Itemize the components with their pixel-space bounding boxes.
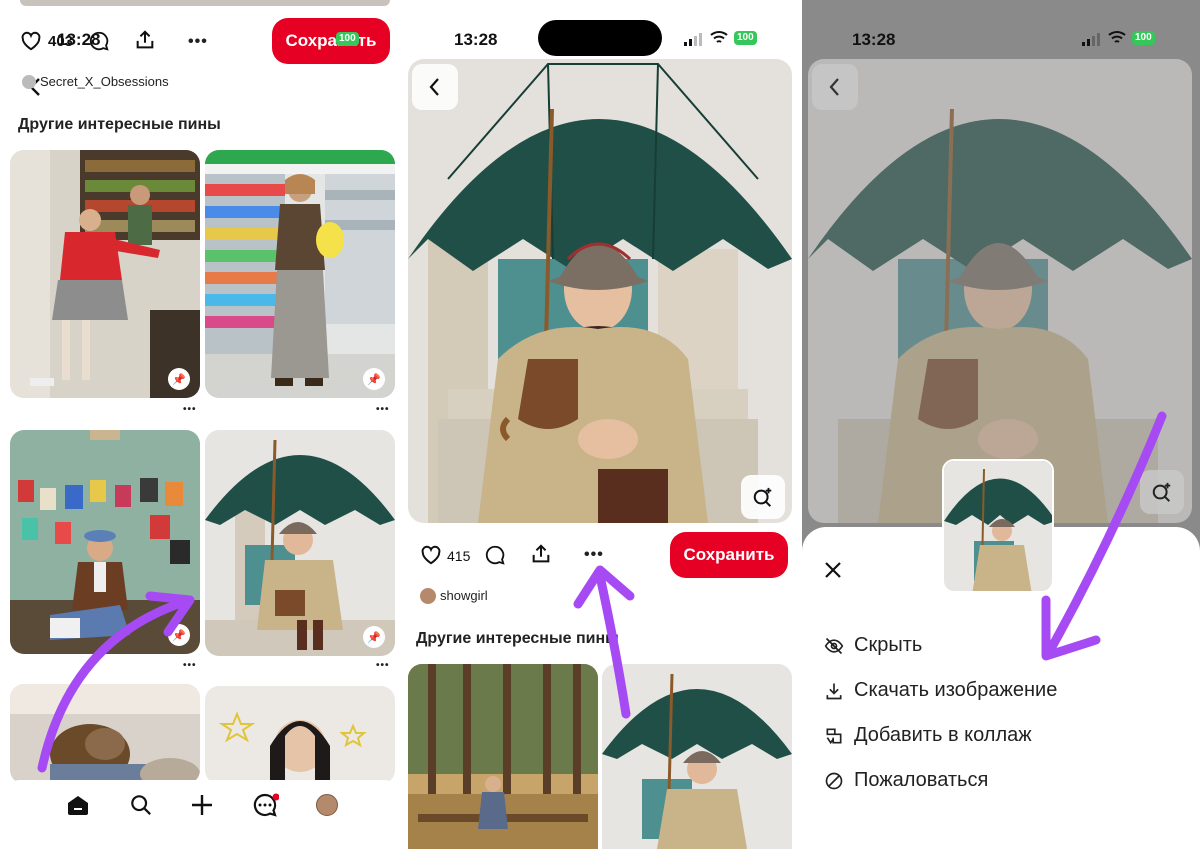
home-icon[interactable] [66, 794, 90, 816]
pin-card-posters[interactable]: 📌 [10, 430, 200, 654]
pin-card-stars[interactable] [205, 686, 395, 784]
save-button[interactable]: Сохранить [272, 18, 390, 64]
plus-icon[interactable] [191, 794, 213, 816]
close-icon[interactable] [824, 561, 842, 579]
pin-more-icon[interactable]: ••• [183, 660, 197, 671]
pin-icon[interactable]: 📌 [168, 368, 190, 390]
profile-avatar[interactable] [316, 794, 338, 816]
status-time: 13:28 [454, 30, 498, 49]
menu-item-download[interactable]: Скачать изображение [824, 679, 1057, 702]
pin-main-image[interactable] [408, 59, 792, 523]
pin-card-umbrella[interactable]: 📌 [205, 430, 395, 656]
battery-indicator: 100 [734, 31, 757, 45]
pin-card-red-jacket[interactable]: 📌 [10, 150, 200, 398]
visual-search-button[interactable] [741, 475, 785, 519]
messages-icon[interactable] [253, 793, 279, 817]
more-options-icon[interactable]: ••• [584, 546, 604, 564]
download-icon [826, 683, 842, 699]
panel-pin-feed: 403 13:28 ••• Сохранить 100 Secret_X_Obs… [0, 0, 404, 849]
section-title: Другие интересные пины [18, 116, 221, 133]
pin-icon[interactable]: 📌 [363, 626, 385, 648]
battery-indicator: 100 [336, 32, 359, 46]
save-button[interactable]: Сохранить [670, 532, 788, 578]
author-name[interactable]: showgirl [440, 588, 488, 603]
visual-search-button[interactable] [1140, 470, 1184, 514]
back-button[interactable] [412, 64, 458, 110]
more-options-icon[interactable]: ••• [188, 33, 208, 51]
pin-card-forest[interactable] [408, 664, 598, 849]
likes-count: 415 [447, 548, 471, 564]
previous-pin-strip [20, 0, 390, 6]
pin-card-dog[interactable] [10, 684, 200, 784]
author-avatar[interactable] [420, 588, 436, 604]
signal-icon [684, 32, 704, 46]
pin-card-umbrella[interactable] [602, 664, 792, 849]
search-icon[interactable] [130, 794, 152, 816]
menu-item-collage[interactable]: Добавить в коллаж [824, 724, 1032, 747]
panel-pin-detail: 13:28 100 415 ••• Сохранить showgirl Дру… [404, 0, 798, 849]
comment-icon[interactable] [484, 544, 506, 566]
report-icon [825, 772, 843, 789]
menu-item-report[interactable]: Пожаловаться [824, 769, 988, 792]
pin-icon[interactable]: 📌 [363, 368, 385, 390]
back-icon [829, 78, 839, 96]
battery-indicator: 100 [1132, 31, 1155, 45]
lens-icon [1152, 482, 1171, 502]
pin-icon[interactable]: 📌 [168, 624, 190, 646]
pin-more-icon[interactable]: ••• [183, 404, 197, 415]
author-name[interactable]: Secret_X_Obsessions [40, 74, 169, 89]
share-icon[interactable] [134, 28, 156, 52]
pin-card-supermarket[interactable]: 📌 [205, 150, 395, 398]
signal-icon [1082, 32, 1102, 46]
pin-main-image-dimmed [808, 59, 1192, 523]
back-button[interactable] [812, 64, 858, 110]
back-icon [429, 78, 439, 96]
menu-item-label: Добавить в коллаж [854, 724, 1032, 746]
pin-more-icon[interactable]: ••• [376, 660, 390, 671]
author-avatar[interactable] [22, 75, 36, 89]
like-icon[interactable] [420, 545, 442, 565]
dynamic-island [538, 20, 662, 56]
hide-icon [824, 637, 844, 654]
comment-icon[interactable] [88, 30, 110, 52]
wifi-icon [1108, 30, 1126, 45]
status-time: 13:28 [852, 30, 896, 49]
collage-icon [826, 728, 842, 744]
pin-thumbnail [942, 459, 1054, 593]
section-title: Другие интересные пины [416, 630, 619, 647]
menu-item-label: Пожаловаться [854, 769, 989, 791]
pin-more-icon[interactable]: ••• [376, 404, 390, 415]
share-icon[interactable] [530, 542, 552, 566]
lens-icon [753, 487, 772, 507]
menu-item-label: Скрыть [854, 634, 923, 656]
wifi-icon [710, 30, 728, 45]
menu-item-label: Скачать изображение [854, 679, 1058, 701]
panel-options-sheet: 13:28 100 Скрыть Скачать изображение Доб… [802, 0, 1200, 849]
menu-item-hide[interactable]: Скрыть [824, 634, 922, 657]
like-icon[interactable] [20, 31, 42, 51]
